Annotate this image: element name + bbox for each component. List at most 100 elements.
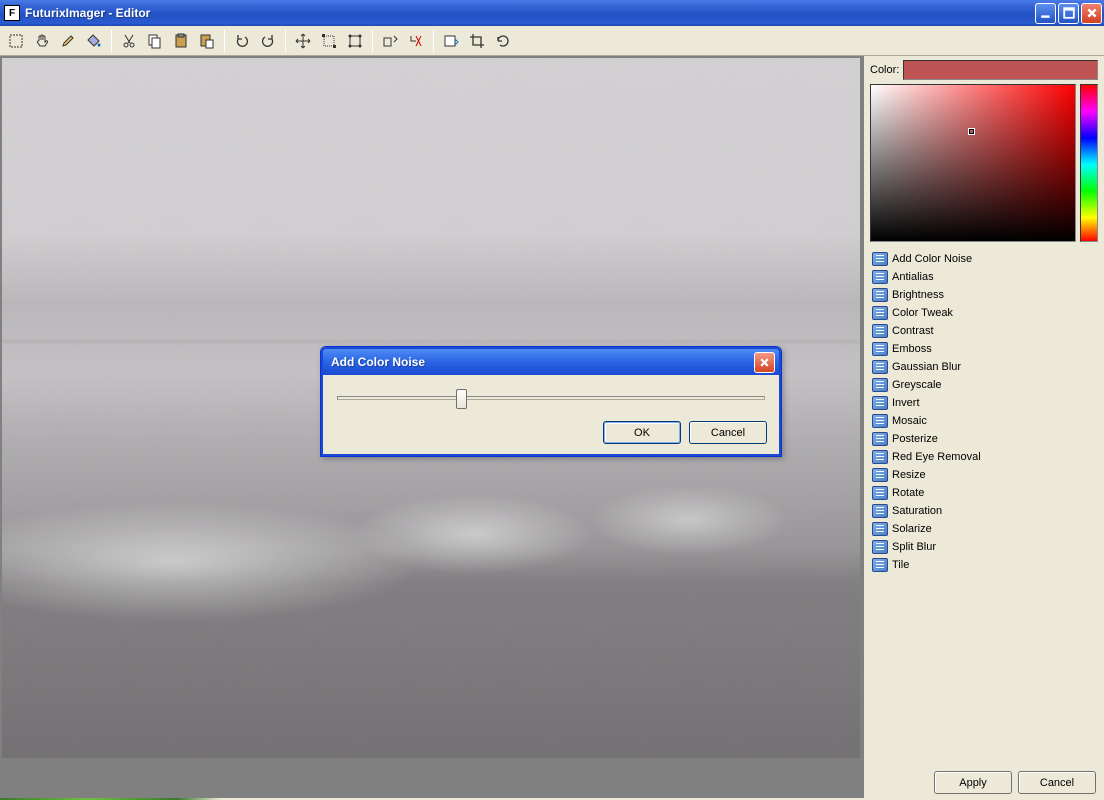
separator xyxy=(433,30,434,52)
dialog-titlebar[interactable]: Add Color Noise xyxy=(321,347,781,375)
maximize-button[interactable] xyxy=(1058,3,1079,24)
separator xyxy=(111,30,112,52)
effect-icon xyxy=(872,270,888,284)
separator xyxy=(285,30,286,52)
effect-item[interactable]: Saturation xyxy=(870,502,1098,520)
tool-transform[interactable] xyxy=(317,29,341,53)
effect-label: Red Eye Removal xyxy=(892,451,981,463)
separator xyxy=(372,30,373,52)
effect-label: Posterize xyxy=(892,433,938,445)
noise-slider[interactable] xyxy=(335,387,767,409)
slider-track xyxy=(337,396,765,400)
effect-icon xyxy=(872,360,888,374)
effect-icon xyxy=(872,288,888,302)
cancel-button[interactable]: Cancel xyxy=(1018,771,1096,794)
effect-item[interactable]: Posterize xyxy=(870,430,1098,448)
effect-item[interactable]: Red Eye Removal xyxy=(870,448,1098,466)
right-panel: Color: Add Color Noise Antialias Brightnes… xyxy=(864,56,1104,798)
paste-into-button[interactable] xyxy=(195,29,219,53)
effect-item[interactable]: Add Color Noise xyxy=(870,250,1098,268)
copy-button[interactable] xyxy=(143,29,167,53)
apply-button[interactable]: Apply xyxy=(934,771,1012,794)
effect-item[interactable]: Resize xyxy=(870,466,1098,484)
effect-icon xyxy=(872,486,888,500)
color-label: Color: xyxy=(870,64,899,76)
tool-hand[interactable] xyxy=(30,29,54,53)
app-icon: F xyxy=(4,5,20,21)
effect-icon xyxy=(872,396,888,410)
effect-icon xyxy=(872,450,888,464)
effect-icon xyxy=(872,306,888,320)
tool-rot-left[interactable] xyxy=(378,29,402,53)
effect-item[interactable]: Contrast xyxy=(870,322,1098,340)
effect-item[interactable]: Color Tweak xyxy=(870,304,1098,322)
effect-icon xyxy=(872,414,888,428)
tool-fill[interactable] xyxy=(82,29,106,53)
effect-icon xyxy=(872,558,888,572)
effect-icon xyxy=(872,378,888,392)
effect-icon xyxy=(872,540,888,554)
effect-label: Add Color Noise xyxy=(892,253,972,265)
effect-label: Invert xyxy=(892,397,920,409)
effects-list: Add Color Noise Antialias Brightness Color … xyxy=(870,250,1098,794)
tool-pencil[interactable] xyxy=(56,29,80,53)
effect-label: Contrast xyxy=(892,325,934,337)
effect-icon xyxy=(872,504,888,518)
effect-label: Rotate xyxy=(892,487,924,499)
effect-icon xyxy=(872,522,888,536)
refresh-button[interactable] xyxy=(491,29,515,53)
separator xyxy=(224,30,225,52)
tool-handles[interactable] xyxy=(343,29,367,53)
titlebar: F FuturixImager - Editor xyxy=(0,0,1104,26)
effect-label: Emboss xyxy=(892,343,932,355)
color-field[interactable] xyxy=(870,84,1076,242)
tool-export[interactable] xyxy=(439,29,463,53)
dialog-add-color-noise: Add Color Noise OK Cancel xyxy=(320,346,782,457)
effect-item[interactable]: Greyscale xyxy=(870,376,1098,394)
cut-button[interactable] xyxy=(117,29,141,53)
tool-move[interactable] xyxy=(291,29,315,53)
effect-item[interactable]: Antialias xyxy=(870,268,1098,286)
undo-button[interactable] xyxy=(230,29,254,53)
dialog-close-button[interactable] xyxy=(754,352,775,373)
effect-label: Saturation xyxy=(892,505,942,517)
effect-icon xyxy=(872,324,888,338)
effect-label: Mosaic xyxy=(892,415,927,427)
window-title: FuturixImager - Editor xyxy=(25,6,1035,20)
effect-label: Tile xyxy=(892,559,909,571)
effect-label: Antialias xyxy=(892,271,934,283)
dialog-title: Add Color Noise xyxy=(331,355,754,369)
dialog-ok-button[interactable]: OK xyxy=(603,421,681,444)
tool-rot-right[interactable] xyxy=(404,29,428,53)
effect-label: Greyscale xyxy=(892,379,942,391)
close-button[interactable] xyxy=(1081,3,1102,24)
effect-item[interactable]: Rotate xyxy=(870,484,1098,502)
paste-button[interactable] xyxy=(169,29,193,53)
effect-icon xyxy=(872,432,888,446)
effect-item[interactable]: Tile xyxy=(870,556,1098,574)
tool-select-rect[interactable] xyxy=(4,29,28,53)
effect-icon xyxy=(872,252,888,266)
effect-item[interactable]: Emboss xyxy=(870,340,1098,358)
effect-item[interactable]: Split Blur xyxy=(870,538,1098,556)
slider-thumb[interactable] xyxy=(456,389,467,409)
effect-icon xyxy=(872,468,888,482)
effect-label: Color Tweak xyxy=(892,307,953,319)
tool-crop[interactable] xyxy=(465,29,489,53)
effect-label: Gaussian Blur xyxy=(892,361,961,373)
hue-slider[interactable] xyxy=(1080,84,1098,242)
minimize-button[interactable] xyxy=(1035,3,1056,24)
color-swatch[interactable] xyxy=(903,60,1098,80)
redo-button[interactable] xyxy=(256,29,280,53)
effect-icon xyxy=(872,342,888,356)
effect-label: Split Blur xyxy=(892,541,936,553)
effect-item[interactable]: Gaussian Blur xyxy=(870,358,1098,376)
dialog-cancel-button[interactable]: Cancel xyxy=(689,421,767,444)
effect-label: Brightness xyxy=(892,289,944,301)
color-field-marker xyxy=(969,129,974,134)
effect-item[interactable]: Solarize xyxy=(870,520,1098,538)
effect-label: Resize xyxy=(892,469,926,481)
effect-item[interactable]: Mosaic xyxy=(870,412,1098,430)
effect-item[interactable]: Invert xyxy=(870,394,1098,412)
effect-item[interactable]: Brightness xyxy=(870,286,1098,304)
